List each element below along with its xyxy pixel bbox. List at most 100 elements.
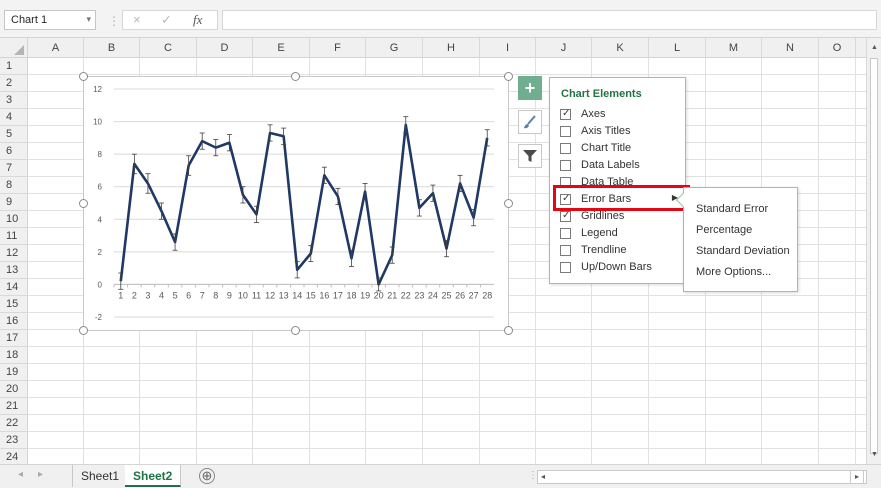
- chart-element-axis-titles[interactable]: Axis Titles: [560, 124, 684, 140]
- submenu-more-options[interactable]: More Options...: [696, 266, 771, 278]
- chart-element-data-labels[interactable]: Data Labels: [560, 158, 684, 174]
- row-header-21[interactable]: 21: [0, 398, 28, 415]
- x-tick-label: 5: [173, 290, 178, 300]
- chart-element-trendline[interactable]: Trendline: [560, 243, 684, 259]
- column-header-a[interactable]: A: [28, 38, 84, 58]
- row-header-3[interactable]: 3: [0, 92, 28, 109]
- fx-icon[interactable]: fx: [193, 12, 202, 28]
- row-header-17[interactable]: 17: [0, 330, 28, 347]
- column-header-c[interactable]: C: [140, 38, 197, 58]
- chart-element-label: Legend: [581, 227, 618, 239]
- row-header-13[interactable]: 13: [0, 262, 28, 279]
- row-header-16[interactable]: 16: [0, 313, 28, 330]
- row-header-4[interactable]: 4: [0, 109, 28, 126]
- chart-styles-button[interactable]: [518, 110, 542, 134]
- vertical-scrollbar[interactable]: ▲ ▼: [866, 38, 881, 464]
- scroll-tabs-right-icon[interactable]: ▸: [38, 469, 43, 480]
- y-tick-label: 8: [98, 150, 103, 159]
- row-header-14[interactable]: 14: [0, 279, 28, 296]
- x-tick-label: 24: [428, 290, 438, 300]
- row-header-10[interactable]: 10: [0, 211, 28, 228]
- row-header-23[interactable]: 23: [0, 432, 28, 449]
- column-header-g[interactable]: G: [366, 38, 423, 58]
- row-header-11[interactable]: 11: [0, 228, 28, 245]
- chart-elements-button[interactable]: +: [518, 76, 542, 100]
- column-header-h[interactable]: H: [423, 38, 480, 58]
- column-header-o[interactable]: O: [819, 38, 856, 58]
- chevron-down-icon[interactable]: ▾: [86, 14, 91, 25]
- resize-handle[interactable]: [504, 199, 513, 208]
- chart-element-up-down-bars[interactable]: Up/Down Bars: [560, 260, 684, 276]
- row-header-8[interactable]: 8: [0, 177, 28, 194]
- scroll-tabs-left-icon[interactable]: ◂: [18, 469, 23, 480]
- name-box[interactable]: Chart 1 ▾: [4, 10, 96, 30]
- chart-element-chart-title[interactable]: Chart Title: [560, 141, 684, 157]
- submenu-standard-error[interactable]: Standard Error: [696, 203, 768, 215]
- tab-sheet2[interactable]: Sheet2: [125, 465, 182, 487]
- x-tick-label: 3: [145, 290, 150, 300]
- resize-handle[interactable]: [291, 72, 300, 81]
- checkbox[interactable]: [560, 210, 571, 222]
- tab-sheet1[interactable]: Sheet1: [72, 465, 129, 487]
- checkbox[interactable]: [560, 108, 571, 120]
- resize-handle[interactable]: [79, 72, 88, 81]
- resize-handle[interactable]: [79, 326, 88, 335]
- checkbox[interactable]: [560, 245, 571, 256]
- row-header-1[interactable]: 1: [0, 58, 28, 75]
- chart-element-legend[interactable]: Legend: [560, 226, 684, 242]
- row-header-9[interactable]: 9: [0, 194, 28, 211]
- chart-element-axes[interactable]: Axes: [560, 107, 684, 123]
- row-header-12[interactable]: 12: [0, 245, 28, 262]
- row-header-6[interactable]: 6: [0, 143, 28, 160]
- row-header-2[interactable]: 2: [0, 75, 28, 92]
- checkbox[interactable]: [560, 160, 571, 171]
- resize-handle[interactable]: [79, 199, 88, 208]
- checkbox[interactable]: [560, 126, 571, 137]
- scroll-down-icon[interactable]: ▼: [871, 451, 878, 458]
- select-all-button[interactable]: [0, 38, 28, 58]
- scroll-thumb[interactable]: [870, 58, 878, 454]
- submenu-standard-deviation[interactable]: Standard Deviation: [696, 245, 790, 257]
- column-header-j[interactable]: J: [536, 38, 592, 58]
- resize-handle[interactable]: [291, 326, 300, 335]
- scroll-up-icon[interactable]: ▲: [871, 44, 878, 51]
- x-tick-label: 23: [414, 290, 424, 300]
- row-header-18[interactable]: 18: [0, 347, 28, 364]
- scroll-left-icon[interactable]: ◂: [541, 472, 545, 481]
- add-sheet-button[interactable]: ⊕: [199, 468, 215, 484]
- enter-icon[interactable]: ✓: [161, 12, 172, 28]
- column-header-d[interactable]: D: [197, 38, 253, 58]
- scroll-right-icon[interactable]: ▸: [850, 470, 864, 484]
- resize-handle[interactable]: [504, 72, 513, 81]
- row-header-5[interactable]: 5: [0, 126, 28, 143]
- submenu-percentage[interactable]: Percentage: [696, 224, 752, 236]
- row-header-15[interactable]: 15: [0, 296, 28, 313]
- horizontal-scrollbar[interactable]: ◂: [537, 470, 867, 484]
- column-header-b[interactable]: B: [84, 38, 140, 58]
- row-header-20[interactable]: 20: [0, 381, 28, 398]
- column-header-k[interactable]: K: [592, 38, 649, 58]
- checkbox[interactable]: [560, 143, 571, 154]
- resize-handle[interactable]: [504, 326, 513, 335]
- x-tick-label: 12: [265, 290, 275, 300]
- x-tick-label: 1: [118, 290, 123, 300]
- column-header-f[interactable]: F: [310, 38, 366, 58]
- cancel-icon[interactable]: ×: [133, 12, 141, 27]
- row-header-7[interactable]: 7: [0, 160, 28, 177]
- column-header-i[interactable]: I: [480, 38, 536, 58]
- formula-input[interactable]: [222, 10, 877, 30]
- column-header-m[interactable]: M: [706, 38, 762, 58]
- line-chart[interactable]: 12 10 8 6 4 2 0 -2 1 2 3 4 5 6 7 8 9 10 11 12 13 14 15 16 17 18 19…: [83, 76, 509, 331]
- row-header-24[interactable]: 24: [0, 449, 28, 464]
- checkbox[interactable]: [560, 228, 571, 239]
- row-header-22[interactable]: 22: [0, 415, 28, 432]
- x-tick-label: 8: [213, 290, 218, 300]
- filter-icon: [523, 150, 537, 162]
- chart-element-gridlines[interactable]: Gridlines: [560, 209, 684, 225]
- checkbox[interactable]: [560, 262, 571, 273]
- row-header-19[interactable]: 19: [0, 364, 28, 381]
- column-header-n[interactable]: N: [762, 38, 819, 58]
- column-header-e[interactable]: E: [253, 38, 310, 58]
- column-header-l[interactable]: L: [649, 38, 706, 58]
- chart-filters-button[interactable]: [518, 144, 542, 168]
